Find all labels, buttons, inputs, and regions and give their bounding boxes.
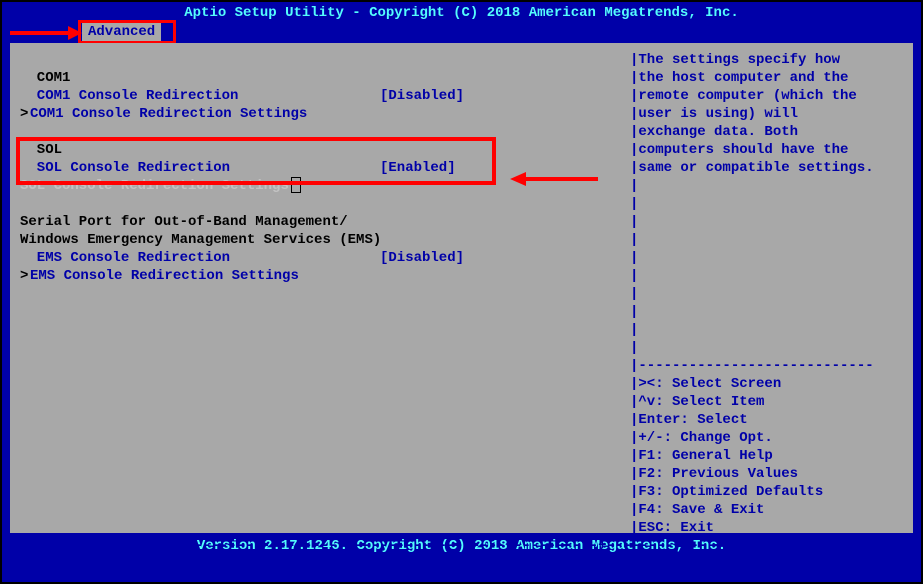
sol-console-redirection-settings[interactable]: SOL Console Redirection Settings	[20, 177, 620, 195]
help-pipe: |	[630, 177, 909, 195]
help-key: |F2: Previous Values	[630, 465, 909, 483]
help-text: |remote computer (which the	[630, 87, 909, 105]
help-pipe: |	[630, 231, 909, 249]
help-key: |><: Select Screen	[630, 375, 909, 393]
help-text: |computers should have the	[630, 141, 909, 159]
com1-console-redirection-settings[interactable]: > COM1 Console Redirection Settings	[20, 105, 620, 123]
help-text: |user is using) will	[630, 105, 909, 123]
help-pipe: |	[630, 321, 909, 339]
submenu-caret-icon: >	[20, 267, 30, 285]
help-pipe: |	[630, 303, 909, 321]
help-key: |F1: General Help	[630, 447, 909, 465]
bios-screen: Aptio Setup Utility - Copyright (C) 2018…	[0, 0, 923, 584]
title-bar: Aptio Setup Utility - Copyright (C) 2018…	[2, 2, 921, 23]
help-text: |same or compatible settings.	[630, 159, 909, 177]
submenu-caret-icon: >	[20, 105, 30, 123]
help-key: |+/-: Change Opt.	[630, 429, 909, 447]
help-divider: |----------------------------	[630, 357, 909, 375]
ems-console-redirection-settings[interactable]: > EMS Console Redirection Settings	[20, 267, 620, 285]
help-key: |F3: Optimized Defaults	[630, 483, 909, 501]
help-pipe: |	[630, 339, 909, 357]
help-key: |^v: Select Item	[630, 393, 909, 411]
com1-header: COM1	[20, 69, 620, 87]
cursor-icon	[291, 177, 301, 193]
blank-row	[20, 51, 620, 69]
com1-console-redirection[interactable]: COM1 Console Redirection [Disabled]	[20, 87, 620, 105]
help-key: |Enter: Select	[630, 411, 909, 429]
help-pipe: |	[630, 213, 909, 231]
blank-row	[20, 195, 620, 213]
border-bottom: \---------------------------------------…	[10, 538, 913, 554]
help-key: |ESC: Exit	[630, 519, 909, 537]
serial-port-line2: Windows Emergency Management Services (E…	[20, 231, 620, 249]
blank-row	[20, 123, 620, 141]
help-key: |F4: Save & Exit	[630, 501, 909, 519]
help-text: |the host computer and the	[630, 69, 909, 87]
tab-advanced[interactable]: Advanced	[82, 23, 161, 41]
sol-console-redirection[interactable]: SOL Console Redirection [Enabled]	[20, 159, 620, 177]
sol-header: SOL	[20, 141, 620, 159]
tab-row: Advanced	[2, 23, 921, 43]
help-pipe: |	[630, 195, 909, 213]
ems-console-redirection[interactable]: EMS Console Redirection [Disabled]	[20, 249, 620, 267]
help-pipe: |	[630, 285, 909, 303]
main-area: COM1 COM1 Console Redirection [Disabled]…	[10, 43, 913, 533]
help-panel: |The settings specify how |the host comp…	[630, 43, 913, 533]
help-pipe: |	[630, 267, 909, 285]
content-panel[interactable]: COM1 COM1 Console Redirection [Disabled]…	[10, 43, 630, 533]
serial-port-line1: Serial Port for Out-of-Band Management/	[20, 213, 620, 231]
help-text: |The settings specify how	[630, 51, 909, 69]
help-text: |exchange data. Both	[630, 123, 909, 141]
help-pipe: |	[630, 249, 909, 267]
